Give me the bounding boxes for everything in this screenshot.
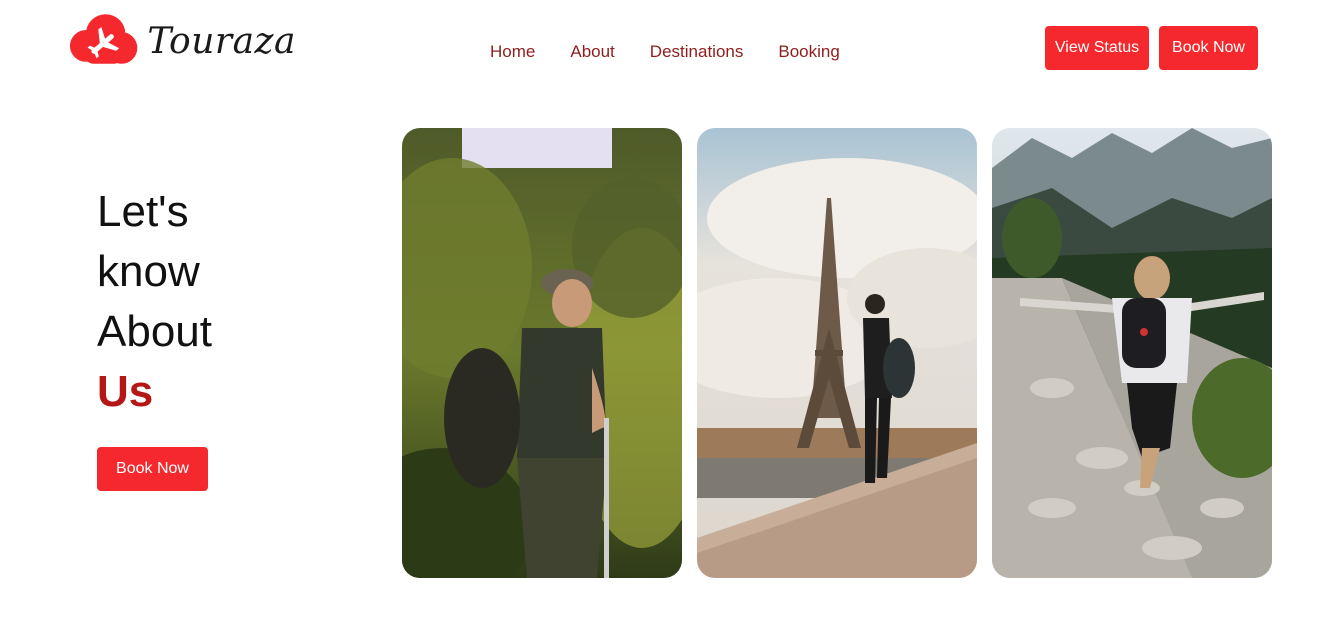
book-now-hero-button[interactable]: Book Now <box>97 447 208 491</box>
nav-link-home[interactable]: Home <box>490 40 535 64</box>
main-nav: Home About Destinations Booking <box>490 40 840 64</box>
eiffel-tower-traveler-photo <box>697 128 977 578</box>
book-now-header-button[interactable]: Book Now <box>1159 26 1258 70</box>
hero-line-2: know <box>97 247 200 296</box>
hiker-forest-photo <box>402 128 682 578</box>
brand-logo[interactable]: Touraza <box>66 12 296 70</box>
brand-name: Touraza <box>147 20 296 62</box>
nav-link-destinations[interactable]: Destinations <box>650 40 744 64</box>
page: Touraza Home About Destinations Booking … <box>0 0 1333 637</box>
hero-line-3: About <box>97 307 212 356</box>
hero-line-1: Let's <box>97 187 189 236</box>
nav-link-about[interactable]: About <box>570 40 614 64</box>
mountain-trail-hiker-photo <box>992 128 1272 578</box>
hero-heading: Let's know About Us <box>97 182 337 422</box>
hero-accent-word: Us <box>97 367 154 416</box>
plane-cloud-icon <box>69 14 138 64</box>
nav-link-booking[interactable]: Booking <box>778 40 839 64</box>
view-status-button[interactable]: View Status <box>1045 26 1149 70</box>
